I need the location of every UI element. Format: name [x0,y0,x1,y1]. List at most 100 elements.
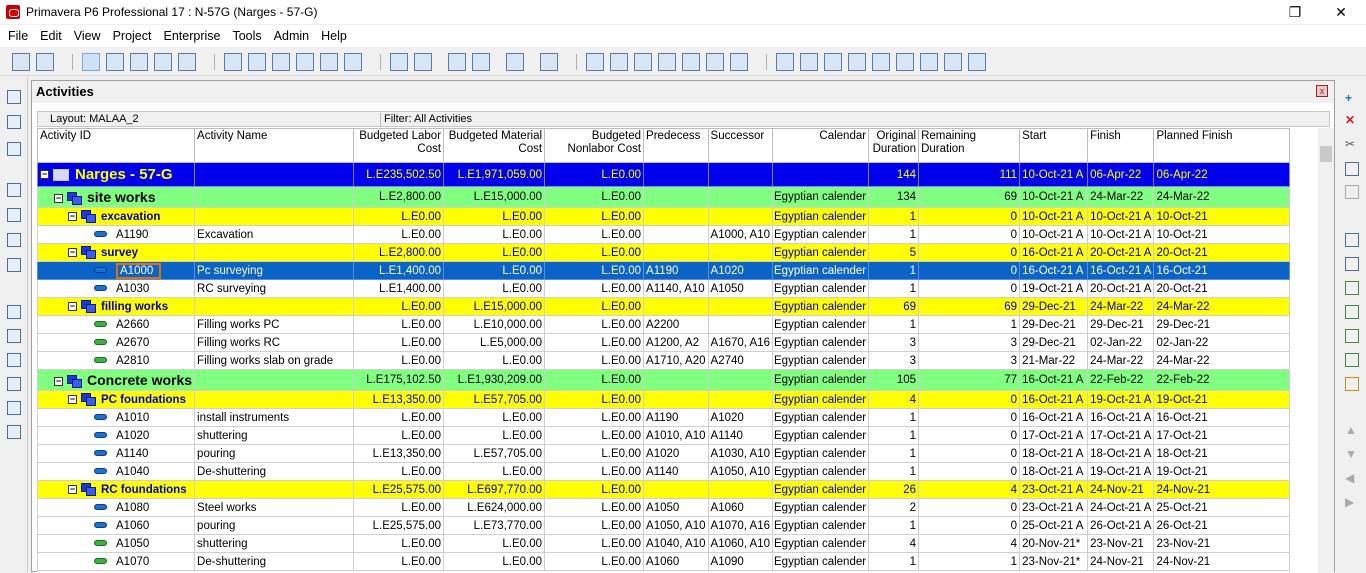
cell-cal[interactable]: Egyptian calender [772,279,870,298]
cell-labor[interactable]: L.E0.00 [353,225,445,244]
cell-start[interactable]: 19-Oct-21 A [1019,279,1089,298]
cell-finish[interactable]: 20-Oct-21 A [1087,279,1155,298]
cell-pf[interactable]: 02-Jan-22 [1153,333,1291,352]
cell-name[interactable] [194,480,355,499]
cell-name[interactable] [194,186,355,208]
cell-finish[interactable]: 20-Oct-21 A [1087,243,1155,262]
cell-pf[interactable]: 25-Oct-21 [1153,498,1291,517]
cell-od[interactable]: 26 [868,480,920,499]
cell-name[interactable]: pouring [194,516,355,535]
menu-help[interactable]: Help [321,29,347,43]
col-successors[interactable]: Successor [707,128,774,163]
cell-activity-id[interactable]: − Concrete works [37,369,196,391]
cell-succ[interactable] [707,186,774,208]
cell-pred[interactable] [643,297,709,316]
cell-name[interactable]: De-shuttering [194,462,355,481]
cell-succ[interactable] [707,390,774,409]
relationship-icon[interactable] [1345,353,1359,367]
scrollbar-thumb[interactable] [1320,146,1332,162]
cell-od[interactable]: 1 [868,315,920,334]
cell-succ[interactable]: A1020 [707,408,774,427]
cell-name[interactable] [194,207,355,226]
portfolio-icon[interactable] [7,183,21,197]
cell-material[interactable]: L.E0.00 [443,225,546,244]
wbs-row[interactable]: − Concrete works L.E175,102.50 L.E1,930,209… [37,369,1291,391]
cell-cal[interactable]: Egyptian calender [772,534,870,553]
cell-material[interactable]: L.E0.00 [443,207,546,226]
col-remaining-duration[interactable]: Remaining Duration [918,128,1021,163]
cell-succ[interactable]: A1050 [707,279,774,298]
cell-activity-id[interactable]: − RC foundations [37,480,196,499]
col-predecessors[interactable]: Predecess [643,128,709,163]
activity-row[interactable]: A2670 Filling works RC L.E0.00 L.E5,000.00 L… [37,333,1291,352]
documents-icon[interactable] [7,377,21,391]
cell-nonlabor[interactable]: L.E0.00 [544,498,645,517]
cell-pf[interactable]: 19-Oct-21 [1153,390,1291,409]
cell-name[interactable] [194,162,355,187]
cut-icon[interactable]: ✂ [1345,137,1359,151]
expenses-icon[interactable] [7,401,21,415]
col-activity-name[interactable]: Activity Name [194,128,355,163]
collapse-toggle-icon[interactable]: − [54,193,63,203]
cell-nonlabor[interactable]: L.E0.00 [544,261,645,280]
cell-pred[interactable] [643,207,709,226]
cell-start[interactable]: 25-Oct-21 A [1019,516,1089,535]
cell-cal[interactable]: Egyptian calender [772,498,870,517]
activity-row[interactable]: A1050 shuttering L.E0.00 L.E0.00 L.E0.00 A104… [37,534,1291,553]
cell-cal[interactable]: Egyptian calender [772,333,870,352]
cell-finish[interactable]: 24-Nov-21 [1087,552,1155,571]
wbs-row[interactable]: − survey L.E2,800.00 L.E0.00 L.E0.00 Egyptian… [37,243,1291,262]
cell-pred[interactable]: A1020 [643,444,709,463]
cell-labor[interactable]: L.E2,800.00 [353,186,445,208]
activity-row[interactable]: A1020 shuttering L.E0.00 L.E0.00 L.E0.00 A101… [37,426,1291,445]
cell-succ[interactable] [707,207,774,226]
cell-nonlabor[interactable]: L.E0.00 [544,207,645,226]
cell-od[interactable]: 144 [868,162,920,187]
menu-view[interactable]: View [74,29,101,43]
cell-start[interactable]: 20-Nov-21* [1019,534,1089,553]
cell-pred[interactable]: A1190 [643,261,709,280]
resources-icon[interactable] [7,208,21,222]
cell-name[interactable] [194,297,355,316]
cell-rd[interactable]: 0 [918,516,1021,535]
cell-od[interactable]: 1 [868,261,920,280]
cell-finish[interactable]: 24-Mar-22 [1087,351,1155,370]
cell-start[interactable]: 23-Oct-21 A [1019,480,1089,499]
move-right-icon[interactable]: ▶ [1345,495,1359,509]
cell-succ[interactable]: A1000, A10 [707,225,774,244]
cell-cal[interactable]: Egyptian calender [772,408,870,427]
cell-activity-id[interactable]: A1030 [37,279,196,298]
usage-icon[interactable] [320,53,338,71]
cell-labor[interactable]: L.E235,502.50 [353,162,445,187]
cell-name[interactable] [194,369,355,391]
cell-pf[interactable]: 16-Oct-21 [1153,261,1291,280]
cell-finish[interactable]: 26-Oct-21 A [1087,516,1155,535]
cell-labor[interactable]: L.E0.00 [353,534,445,553]
level-icon[interactable] [634,53,652,71]
cell-pf[interactable]: 19-Oct-21 [1153,462,1291,481]
cell-pf[interactable]: 18-Oct-21 [1153,444,1291,463]
timescale-icon[interactable] [848,53,866,71]
cell-rd[interactable]: 3 [918,333,1021,352]
cell-pf[interactable]: 24-Nov-21 [1153,552,1291,571]
cell-cal[interactable] [772,162,870,187]
cell-labor[interactable]: L.E0.00 [353,207,445,226]
cell-pred[interactable]: A1060 [643,552,709,571]
cell-material[interactable]: L.E624,000.00 [443,498,546,517]
cell-start[interactable]: 23-Oct-21 A [1019,498,1089,517]
col-activity-id[interactable]: Activity ID [37,128,196,163]
cell-start[interactable]: 17-Oct-21 A [1019,426,1089,445]
cell-nonlabor[interactable]: L.E0.00 [544,390,645,409]
cell-finish[interactable]: 24-Mar-22 [1087,186,1155,208]
cell-cal[interactable]: Egyptian calender [772,261,870,280]
cell-activity-id[interactable]: − excavation [37,207,196,226]
cell-finish[interactable]: 10-Oct-21 A [1087,207,1155,226]
schedule-icon[interactable] [610,53,628,71]
cell-od[interactable]: 3 [868,333,920,352]
cell-pf[interactable]: 17-Oct-21 [1153,426,1291,445]
cell-succ[interactable]: A2740 [707,351,774,370]
cell-nonlabor[interactable]: L.E0.00 [544,516,645,535]
wbs-row[interactable]: − PC foundations L.E13,350.00 L.E57,705.00 L… [37,390,1291,409]
activity-row[interactable]: A1040 De-shuttering L.E0.00 L.E0.00 L.E0.00 A… [37,462,1291,481]
collapse-toggle-icon[interactable]: − [68,394,77,404]
